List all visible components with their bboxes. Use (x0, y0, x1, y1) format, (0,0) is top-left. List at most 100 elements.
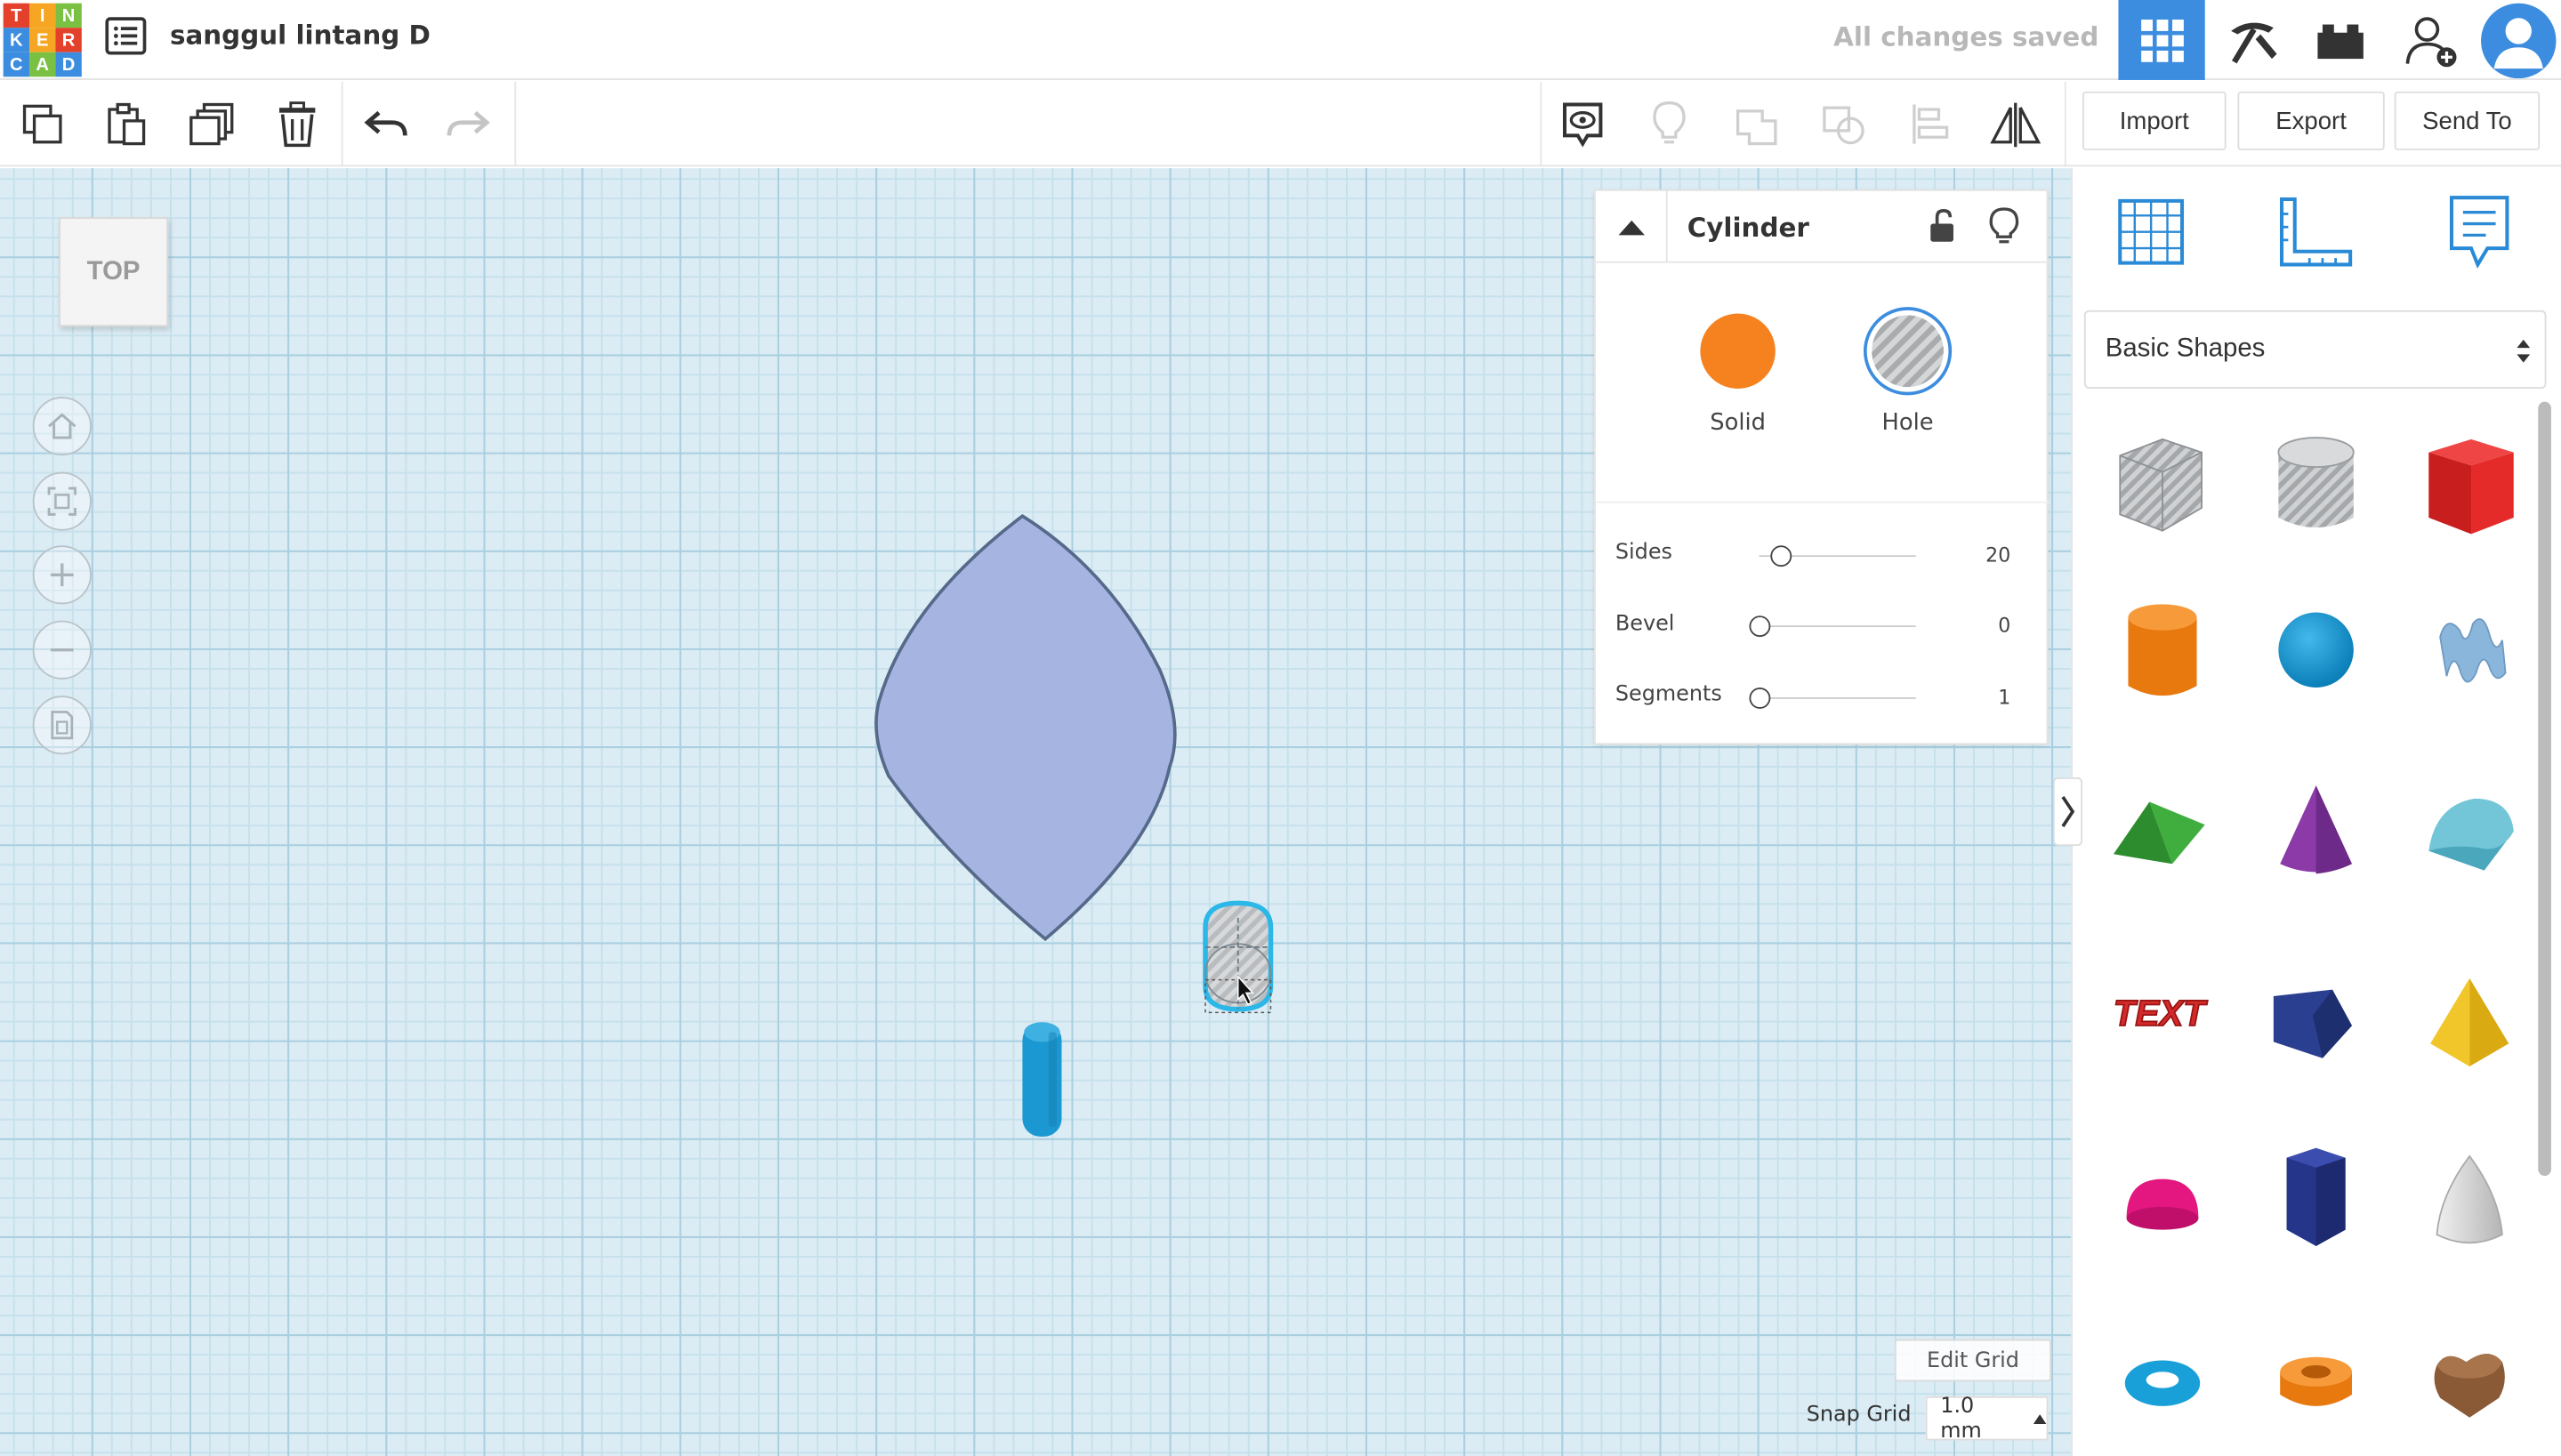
toolbar-divider (1540, 81, 1542, 167)
snap-grid-select[interactable]: 1.0 mm (1925, 1394, 2049, 1443)
delete-button[interactable] (268, 94, 326, 153)
logo-letter: R (55, 28, 82, 52)
logo-letter: K (3, 28, 30, 52)
zoom-out-button[interactable] (32, 620, 92, 680)
shape-torus[interactable] (2106, 1326, 2220, 1441)
solid-label: Solid (1710, 409, 1766, 437)
show-hide-button[interactable] (1639, 94, 1698, 153)
logo-letter: T (3, 3, 30, 28)
bevel-value[interactable]: 0 (1948, 614, 2010, 637)
logo-letter: I (29, 3, 56, 28)
segments-value[interactable]: 1 (1948, 686, 2010, 709)
lightbulb-icon (1989, 207, 2019, 244)
undo-button[interactable] (356, 94, 415, 153)
caret-up-icon (1617, 220, 1645, 236)
paste-button[interactable] (96, 94, 155, 153)
import-button[interactable]: Import (2082, 91, 2227, 150)
send-to-button[interactable]: Send To (2394, 91, 2541, 150)
leaf-shape[interactable] (866, 506, 1192, 950)
3d-design-view-button[interactable] (2118, 0, 2205, 80)
bevel-label: Bevel (1615, 612, 1675, 638)
shape-box[interactable] (2412, 428, 2527, 543)
shape-text[interactable]: TEXT (2102, 955, 2217, 1070)
shape-category-select[interactable]: Basic Shapes (2083, 310, 2547, 389)
undo-icon (364, 110, 407, 136)
avatar-icon (2480, 2, 2556, 78)
design-list-icon[interactable] (105, 16, 148, 55)
top-bar: T I N K E R C A D sanggul lintang D All … (0, 0, 2561, 80)
speech-eye-icon (1562, 102, 1603, 148)
sides-slider-knob[interactable] (1770, 545, 1792, 567)
fit-view-button[interactable] (32, 471, 92, 531)
ruler-tool-button[interactable] (2277, 193, 2356, 271)
workplane-tool-button[interactable] (2112, 193, 2190, 271)
light-button[interactable] (1988, 205, 2021, 251)
add-user-icon (2404, 16, 2456, 67)
inspector-title: Cylinder (1687, 212, 1809, 244)
perspective-button[interactable] (32, 696, 92, 755)
bricks-view-button[interactable] (2297, 0, 2383, 80)
home-view-button[interactable] (32, 397, 92, 456)
shape-polygon[interactable] (2259, 1138, 2373, 1253)
segments-label: Segments (1615, 682, 1722, 708)
redo-button[interactable] (439, 94, 498, 153)
solid-color-swatch[interactable] (1700, 313, 1776, 389)
export-button[interactable]: Export (2237, 91, 2385, 150)
shape-scribble[interactable] (2412, 593, 2527, 708)
design-title[interactable]: sanggul lintang D (170, 20, 431, 51)
zoom-in-button[interactable] (32, 545, 92, 605)
minus-icon (50, 648, 74, 652)
bevel-slider-knob[interactable] (1748, 615, 1770, 638)
logo-letter: A (29, 52, 56, 77)
note-icon (2449, 196, 2509, 269)
ungroup-icon (1823, 106, 1864, 145)
edit-grid-button[interactable]: Edit Grid (1894, 1339, 2052, 1382)
shape-roof[interactable] (2102, 774, 2217, 889)
mirror-button[interactable] (1986, 94, 2045, 153)
inspector-divider (1595, 501, 2050, 503)
view-cube-face-label: TOP (86, 257, 141, 286)
shape-paraboloid[interactable] (2412, 1143, 2527, 1258)
invite-user-button[interactable] (2388, 0, 2474, 80)
sides-value[interactable]: 20 (1948, 543, 2010, 567)
sides-label: Sides (1615, 540, 1672, 566)
hole-swatch-button[interactable] (1863, 307, 1953, 396)
view-cube[interactable]: TOP (59, 217, 169, 327)
small-cylinder-shape[interactable] (1012, 1016, 1075, 1146)
shape-cylinder[interactable] (2106, 593, 2220, 708)
duplicate-button[interactable] (183, 94, 242, 153)
group-button[interactable] (1728, 94, 1787, 153)
selected-cylinder-hole[interactable] (1189, 895, 1294, 1022)
inspector-collapse-button[interactable] (1596, 190, 1668, 263)
toolbar-divider (341, 81, 343, 167)
shape-heart[interactable] (2412, 1326, 2527, 1441)
shape-cone[interactable] (2259, 774, 2373, 889)
tinkercad-logo[interactable]: T I N K E R C A D (3, 3, 82, 77)
toolbar: Import Export Send To (0, 81, 2561, 167)
shape-wedge[interactable] (2254, 967, 2369, 1082)
copy-button[interactable] (13, 94, 72, 153)
logo-letter: C (3, 52, 30, 77)
shape-pyramid[interactable] (2412, 967, 2527, 1082)
segments-slider-track[interactable] (1759, 697, 1916, 699)
lock-button[interactable] (1926, 207, 1959, 250)
user-avatar[interactable] (2475, 0, 2561, 80)
align-button[interactable] (1901, 94, 1960, 153)
segments-slider-knob[interactable] (1748, 687, 1770, 709)
ungroup-button[interactable] (1815, 94, 1873, 153)
shapes-scrollbar[interactable] (2538, 401, 2551, 1176)
shape-half-sphere[interactable] (2106, 1146, 2220, 1261)
shape-tube[interactable] (2259, 1326, 2373, 1441)
notes-tool-button[interactable] (2440, 193, 2518, 271)
shape-inspector: Cylinder Solid Hole Sides 20 Bevel 0 Seg… (1594, 189, 2050, 745)
hole-label: Hole (1881, 409, 1934, 437)
bevel-slider-track[interactable] (1759, 625, 1916, 628)
shape-round-roof[interactable] (2412, 774, 2527, 889)
shape-sphere[interactable] (2259, 593, 2373, 708)
panel-collapse-tab[interactable] (2052, 776, 2083, 847)
logo-letter: D (55, 52, 82, 77)
blocks-view-button[interactable] (2208, 0, 2294, 80)
notes-button[interactable] (1553, 94, 1612, 153)
shape-box-hole[interactable] (2102, 428, 2217, 543)
shape-cylinder-hole[interactable] (2259, 428, 2373, 543)
